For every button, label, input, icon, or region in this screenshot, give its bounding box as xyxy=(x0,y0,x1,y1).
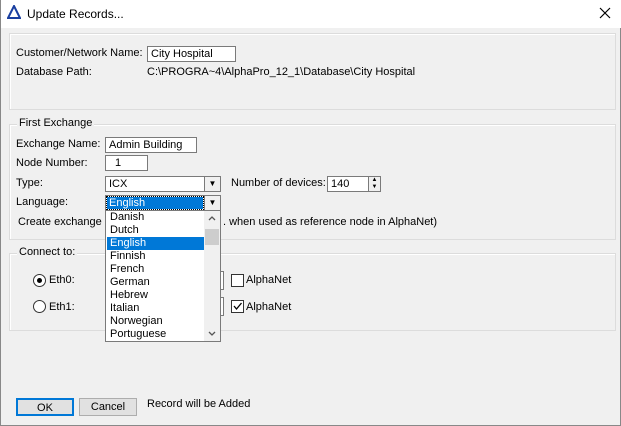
language-option[interactable]: Danish xyxy=(107,211,205,224)
language-option[interactable]: Finnish xyxy=(107,250,205,263)
first-exchange-legend: First Exchange xyxy=(17,117,95,129)
connect-legend: Connect to: xyxy=(17,246,78,258)
update-records-dialog: Update Records... Customer/Network Name:… xyxy=(0,0,621,426)
database-path-label: Database Path: xyxy=(16,66,92,78)
create-exchange-text-end: . when used as reference node in AlphaNe… xyxy=(223,216,438,228)
language-option[interactable]: Dutch xyxy=(107,224,205,237)
language-option[interactable]: French xyxy=(107,263,205,276)
eth0-label: Eth0: xyxy=(49,274,75,286)
spin-down-icon[interactable]: ▼ xyxy=(369,184,380,191)
status-text: Record will be Added xyxy=(147,398,251,410)
language-option[interactable]: Portuguese xyxy=(107,328,205,341)
ok-button[interactable]: OK xyxy=(16,398,74,416)
language-option[interactable]: Norwegian xyxy=(107,315,205,328)
language-combo[interactable]: English ▼ xyxy=(105,195,221,211)
language-option[interactable]: German xyxy=(107,276,205,289)
eth0-alphanet-label: AlphaNet xyxy=(246,274,292,286)
eth1-alphanet-label: AlphaNet xyxy=(246,301,292,313)
node-number-label: Node Number: xyxy=(16,157,88,169)
checkmark-icon xyxy=(233,302,242,311)
alpha-triangle-icon xyxy=(7,5,21,19)
language-dropdown-list: Danish Dutch English Finnish French Germ… xyxy=(105,210,221,342)
eth0-alphanet-checkbox[interactable] xyxy=(231,274,244,287)
eth1-radio[interactable] xyxy=(33,300,46,313)
title-bar: Update Records... xyxy=(1,0,621,28)
list-scrollbar[interactable] xyxy=(204,211,220,341)
eth1-alphanet-checkbox[interactable] xyxy=(231,300,244,313)
language-option[interactable]: Hebrew xyxy=(107,289,205,302)
type-value: ICX xyxy=(109,178,128,190)
node-number-input[interactable]: 1 xyxy=(105,155,148,171)
eth1-label: Eth1: xyxy=(49,301,75,313)
language-option-selected[interactable]: English xyxy=(107,237,205,250)
language-option[interactable]: Italian xyxy=(107,302,205,315)
devices-input[interactable]: 140 xyxy=(327,176,369,192)
language-value: English xyxy=(106,196,204,210)
scroll-up-icon[interactable] xyxy=(208,215,216,221)
eth0-radio[interactable] xyxy=(33,274,46,287)
create-exchange-text: Create exchange c xyxy=(18,216,111,228)
exchange-name-label: Exchange Name: xyxy=(16,138,101,150)
connect-group xyxy=(9,253,616,331)
scroll-down-icon[interactable] xyxy=(208,331,216,337)
devices-spinner[interactable]: ▲ ▼ xyxy=(368,176,381,192)
customer-name-label: Customer/Network Name: xyxy=(16,47,143,59)
chevron-down-icon[interactable]: ▼ xyxy=(204,196,220,210)
exchange-name-input[interactable]: Admin Building xyxy=(105,137,197,153)
language-label: Language: xyxy=(16,196,68,208)
window-title: Update Records... xyxy=(27,7,124,21)
devices-label: Number of devices: xyxy=(231,177,326,189)
cancel-button[interactable]: Cancel xyxy=(79,398,137,416)
type-label: Type: xyxy=(16,177,43,189)
spin-up-icon[interactable]: ▲ xyxy=(369,177,380,184)
chevron-down-icon[interactable]: ▼ xyxy=(204,177,220,191)
close-icon[interactable] xyxy=(599,7,611,19)
customer-name-input[interactable]: City Hospital xyxy=(147,46,236,62)
scroll-thumb[interactable] xyxy=(205,229,219,245)
type-combo[interactable]: ICX ▼ xyxy=(105,176,221,192)
database-path-value: C:\PROGRA~4\AlphaPro_12_1\Database\City … xyxy=(147,66,416,78)
